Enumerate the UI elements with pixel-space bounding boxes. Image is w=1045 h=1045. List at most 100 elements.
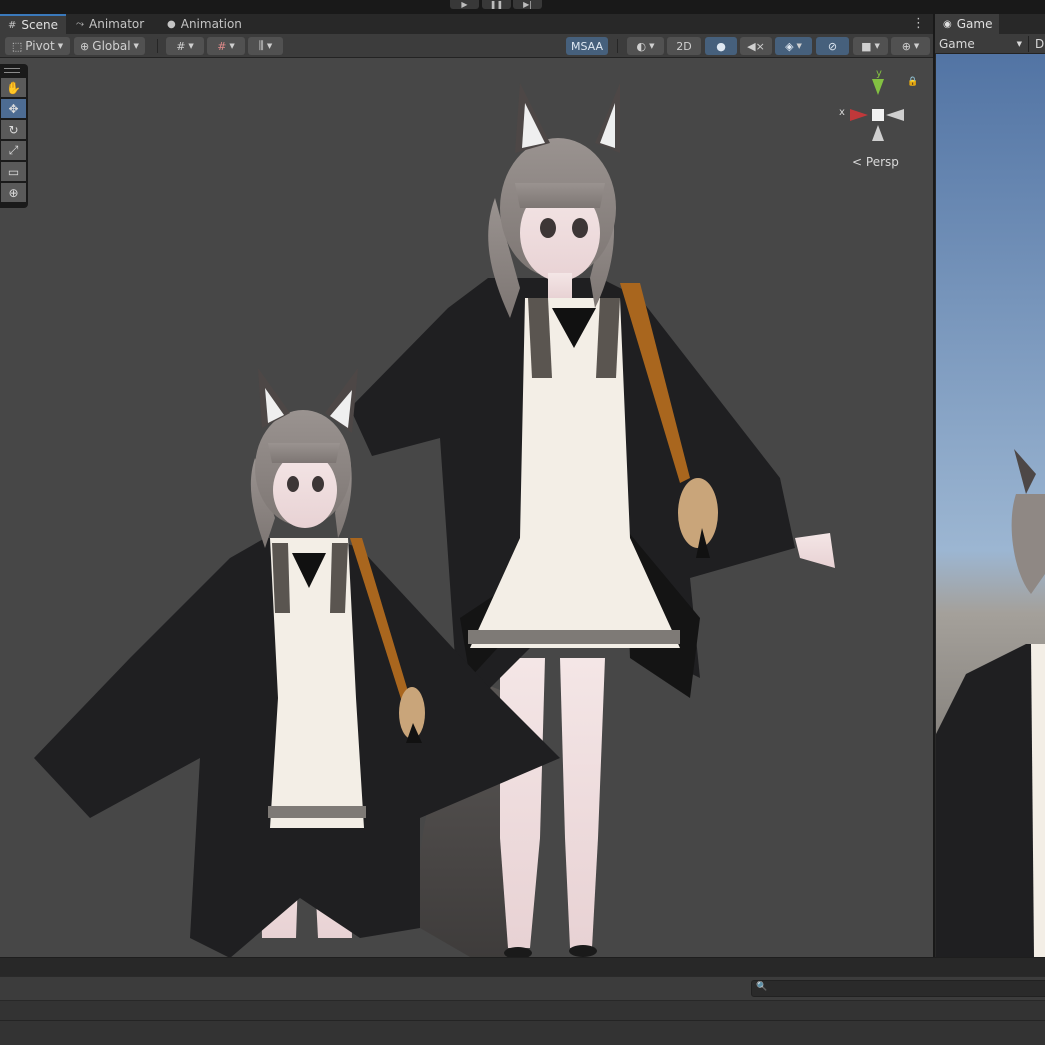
game-panel: ◉ Game Game ▼ D [935,14,1045,957]
clock-icon: ● [167,18,176,30]
game-toolbar: Game ▼ D [935,34,1045,54]
step-icon: ▶| [523,0,532,9]
project-content-area [0,1020,1045,1045]
scale-tool-button[interactable]: ⤢ [1,141,26,160]
scene-viewport[interactable]: ✋ ✥ ↻ ⤢ ▭ ⊕ y x 🔒 < Persp [0,58,933,957]
gizmo-x-label: x [839,107,845,118]
global-dropdown[interactable]: ⊕ Global ▼ [74,37,145,55]
project-toolbar: 🔍 [0,976,1045,1000]
play-button[interactable]: ▶ [450,0,479,9]
tab-animation[interactable]: ● Animation [159,14,250,34]
chevron-down-icon: ▼ [229,42,235,50]
audio-toggle[interactable]: ◀× [740,37,772,55]
global-label: Global [92,39,131,53]
move-tool-button[interactable]: ✥ [1,99,26,118]
scene-visibility-toggle[interactable]: ⊘ [816,37,849,55]
game-viewport[interactable] [936,54,1045,957]
animator-icon: ⤳ [76,18,84,30]
chevron-down-icon: ▼ [796,42,802,50]
chevron-down-icon: ▼ [188,42,194,50]
gizmos-dropdown[interactable]: ⊕ ▼ [891,37,930,55]
orientation-gizmo[interactable]: y x 🔒 < Persp [832,67,922,172]
chevron-down-icon: ▼ [133,42,139,50]
pause-button[interactable]: ❚❚ [482,0,511,9]
toolbar-divider [1028,36,1029,52]
character-tall [350,83,835,957]
globe-icon: ⊕ [80,39,90,53]
gizmo-y-label: y [876,68,882,79]
camera-settings-dropdown[interactable]: ■ ▼ [853,37,888,55]
perspective-icon: < [852,155,863,169]
shading-mode-button[interactable]: ◐ ▼ [627,37,664,55]
msaa-label: MSAA [570,39,604,53]
hidden-eye-icon: ⊘ [827,39,838,53]
gizmo-icon: ⊕ [901,39,911,53]
scale-icon: ⤢ [8,143,19,157]
perspective-label: Persp [865,155,899,169]
display-dropdown-truncated[interactable]: D [1035,37,1044,51]
tab-animator[interactable]: ⤳ Animator [68,14,152,34]
transform-icon: ⊕ [8,185,19,200]
scene-tab-bar: # Scene ⤳ Animator ● Animation ⋮ [0,14,933,34]
game-display-label: Game [939,37,975,51]
grid-visibility-button[interactable]: # ▼ [166,37,204,55]
chevron-down-icon: ▼ [874,42,880,50]
bottom-tab-strip [0,957,1045,976]
chevron-down-icon: ▼ [57,42,64,50]
lightbulb-icon: ● [716,39,726,53]
hand-icon: ✋ [6,80,21,95]
2d-mode-label: 2D [676,39,692,53]
grid-snapping-button[interactable]: # ▼ [207,37,245,55]
game-display-dropdown[interactable]: Game ▼ [935,34,1027,54]
pause-icon: ❚❚ [489,0,504,9]
chevron-down-icon: ▼ [266,42,273,50]
grid-snap-icon: # [217,39,227,53]
rotate-icon: ↻ [8,122,19,137]
step-button[interactable]: ▶| [513,0,542,9]
more-options-icon[interactable]: ⋮ [912,16,925,31]
scene-panel: # Scene ⤳ Animator ● Animation ⋮ ⬚ Pivot… [0,14,933,957]
play-icon: ▶ [461,0,468,9]
play-controls-bar: ▶ ❚❚ ▶| [0,0,1045,14]
tab-game[interactable]: ◉ Game [935,14,999,34]
pivot-icon: ⬚ [11,39,23,53]
game-render [936,54,1045,957]
palette-grip-handle[interactable] [4,68,20,73]
lighting-toggle[interactable]: ● [705,37,737,55]
grid-icon: # [8,19,17,31]
effects-dropdown[interactable]: ◈ ▼ [775,37,812,55]
tab-scene-label: Scene [21,18,58,32]
toolbar-divider [157,39,158,53]
chevron-down-icon: ▼ [1016,40,1022,48]
tab-scene[interactable]: # Scene [0,14,66,34]
scene-render [34,83,835,957]
search-icon: 🔍 [756,982,768,992]
shading-mode-icon: ◐ [636,39,647,53]
gamepad-icon: ◉ [943,18,952,30]
msaa-button[interactable]: MSAA [566,37,608,55]
scene-toolbar: ⬚ Pivot ▼ ⊕ Global ▼ # ▼ # ▼ ⫼ ▼ MSAA ◐ … [0,34,933,58]
pivot-label: Pivot [25,39,55,53]
tab-game-label: Game [956,17,993,31]
effects-layers-icon: ◈ [785,39,794,53]
lock-icon[interactable]: 🔒 [907,77,918,87]
audio-mute-icon: ◀× [747,39,765,53]
transform-tool-button[interactable]: ⊕ [1,183,26,202]
toolbar-divider [617,39,618,53]
grid-visibility-icon: # [176,39,186,53]
project-breadcrumb-bar [0,1000,1045,1020]
tool-palette: ✋ ✥ ↻ ⤢ ▭ ⊕ [0,64,28,208]
chevron-down-icon: ▼ [649,42,655,50]
rotate-tool-button[interactable]: ↻ [1,120,26,139]
pivot-dropdown[interactable]: ⬚ Pivot ▼ [5,37,70,55]
tab-animation-label: Animation [180,17,242,31]
search-input[interactable]: 🔍 [751,980,1045,997]
rect-transform-icon: ▭ [7,164,20,179]
rect-tool-button[interactable]: ▭ [1,162,26,181]
hand-tool-button[interactable]: ✋ [1,78,26,97]
tab-animator-label: Animator [89,17,145,31]
increment-snapping-button[interactable]: ⫼ ▼ [248,37,283,55]
move-icon: ✥ [8,101,19,116]
perspective-toggle[interactable]: < Persp [852,155,899,169]
2d-mode-button[interactable]: 2D [667,37,701,55]
